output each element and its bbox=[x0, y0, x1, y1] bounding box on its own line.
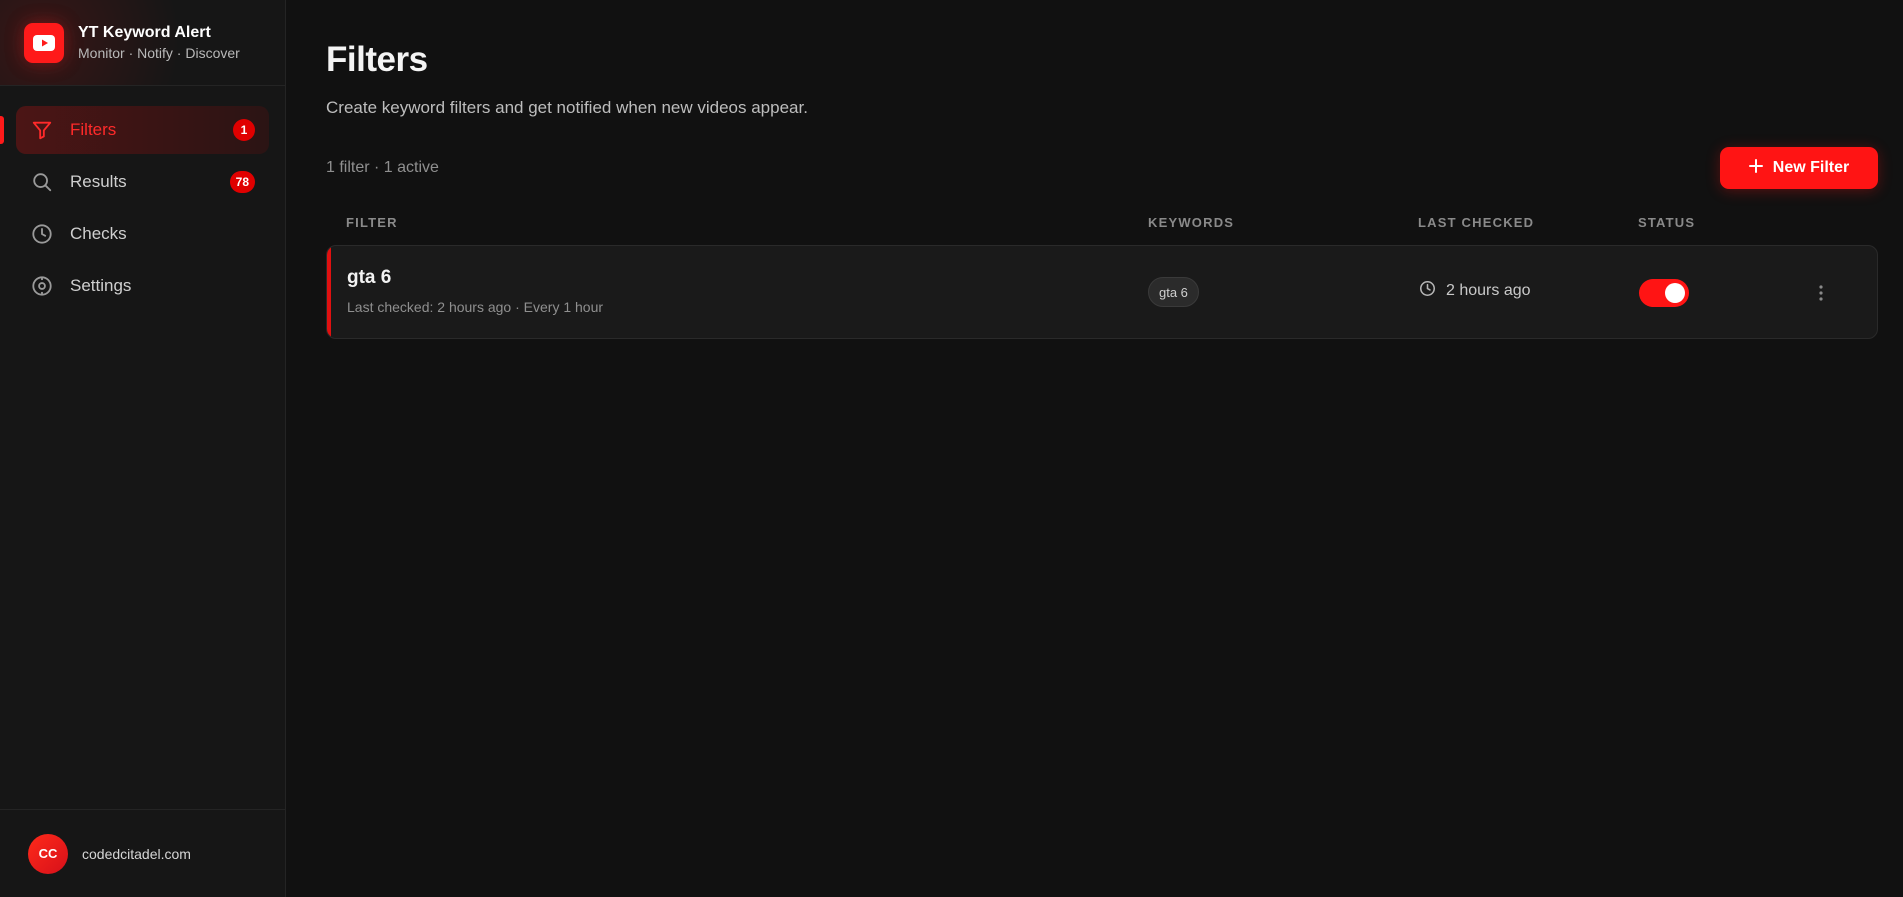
more-options-icon[interactable] bbox=[1809, 276, 1833, 310]
user-profile[interactable]: CC codedcitadel.com bbox=[0, 809, 285, 897]
plus-icon bbox=[1748, 158, 1763, 178]
toolbar: 1 filter · 1 active New Filter bbox=[326, 147, 1878, 189]
clock-icon bbox=[30, 222, 54, 246]
sidebar-item-filters[interactable]: Filters 1 bbox=[0, 106, 269, 154]
sidebar-nav: Filters 1 Results 78 Checks Settings bbox=[0, 86, 285, 330]
table-header: FILTER KEYWORDS LAST CHECKED STATUS bbox=[326, 211, 1878, 235]
app-root: YT Keyword Alert Monitor · Notify · Disc… bbox=[0, 0, 1903, 897]
new-filter-label: New Filter bbox=[1772, 159, 1850, 176]
app-subtitle: Monitor · Notify · Discover bbox=[78, 45, 240, 61]
sidebar-item-label: Settings bbox=[70, 276, 132, 295]
youtube-play-icon bbox=[24, 22, 64, 63]
sidebar-item-label: Results bbox=[70, 172, 127, 191]
table-row[interactable]: gta 6 Last checked: 2 hours ago · Every … bbox=[326, 245, 1878, 339]
search-icon bbox=[30, 170, 54, 194]
last-checked-cell: 2 hours ago bbox=[1419, 280, 1531, 302]
page-title: Filters bbox=[326, 40, 428, 79]
column-header-last-checked: LAST CHECKED bbox=[1418, 215, 1535, 230]
sidebar: YT Keyword Alert Monitor · Notify · Disc… bbox=[0, 0, 286, 897]
filter-icon bbox=[30, 118, 54, 142]
page-description: Create keyword filters and get notified … bbox=[326, 98, 808, 117]
filter-summary: 1 filter · 1 active bbox=[326, 159, 439, 176]
sidebar-item-label: Checks bbox=[70, 224, 127, 243]
sidebar-item-label: Filters bbox=[70, 120, 117, 139]
app-title: YT Keyword Alert bbox=[78, 24, 211, 41]
gear-icon bbox=[30, 274, 54, 298]
brand-header: YT Keyword Alert Monitor · Notify · Disc… bbox=[0, 0, 285, 86]
column-header-filter: FILTER bbox=[346, 215, 398, 230]
column-header-status: STATUS bbox=[1638, 215, 1696, 230]
filter-meta: Last checked: 2 hours ago · Every 1 hour bbox=[347, 299, 604, 315]
last-checked-value: 2 hours ago bbox=[1446, 282, 1531, 299]
sidebar-item-checks[interactable]: Checks bbox=[16, 210, 269, 258]
sidebar-item-results[interactable]: Results 78 bbox=[16, 158, 269, 206]
new-filter-button[interactable]: New Filter bbox=[1720, 147, 1878, 189]
status-toggle[interactable] bbox=[1639, 279, 1689, 307]
avatar: CC bbox=[28, 833, 68, 874]
clock-icon bbox=[1419, 280, 1436, 302]
filter-name: gta 6 bbox=[347, 267, 392, 288]
sidebar-item-settings[interactable]: Settings bbox=[16, 262, 269, 310]
main-content: Filters Create keyword filters and get n… bbox=[286, 0, 1903, 897]
user-name: codedcitadel.com bbox=[82, 845, 191, 862]
keyword-chip: gta 6 bbox=[1148, 277, 1199, 307]
row-accent-bar bbox=[327, 246, 331, 338]
toggle-knob bbox=[1665, 283, 1685, 303]
filters-count-badge: 1 bbox=[233, 119, 255, 141]
column-header-keywords: KEYWORDS bbox=[1148, 215, 1235, 230]
results-count-badge: 78 bbox=[229, 171, 255, 193]
